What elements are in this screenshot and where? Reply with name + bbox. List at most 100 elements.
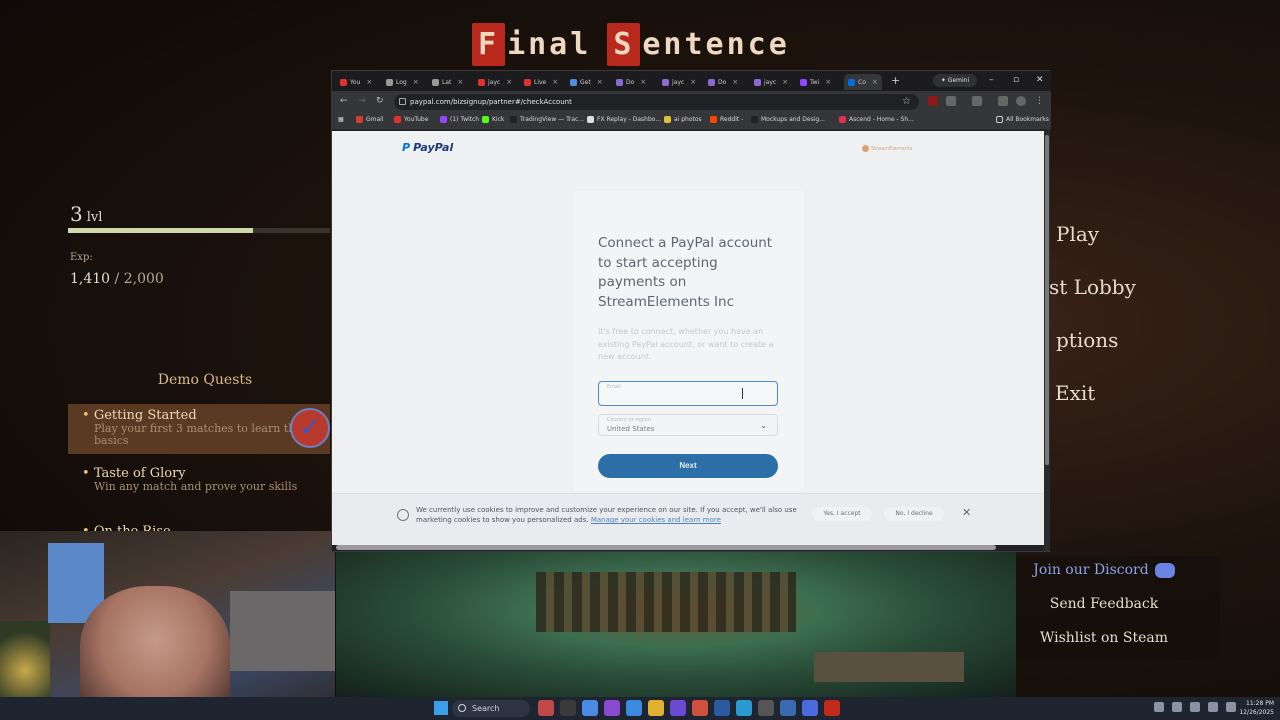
manage-cookies-link[interactable]: Manage your cookies and learn more	[591, 516, 721, 524]
browser-tab[interactable]: Co ×	[844, 74, 882, 90]
browser-tab[interactable]: Do ×	[708, 75, 738, 89]
taskbar-app-icon[interactable]	[582, 700, 598, 716]
close-tab-icon[interactable]: ×	[640, 78, 646, 86]
bookmark-item[interactable]: (1) Twitch	[440, 116, 479, 123]
taskbar-app-icon[interactable]	[626, 700, 642, 716]
bookmark-label: (1) Twitch	[450, 116, 480, 123]
close-tab-icon[interactable]: ×	[690, 78, 696, 86]
send-feedback-link[interactable]: Send Feedback	[988, 596, 1220, 612]
taskbar-app-icon[interactable]	[560, 700, 576, 716]
menu-play[interactable]: Play	[1056, 222, 1099, 246]
bookmark-label: YouTube	[404, 116, 429, 123]
discord-icon	[1154, 562, 1175, 578]
browser-tab[interactable]: Do ×	[616, 75, 646, 89]
bookmark-star-icon[interactable]: ☆	[902, 94, 911, 110]
taskbar-app-icon[interactable]	[604, 700, 620, 716]
bookmark-label: Ascend - Home - Sh...	[849, 116, 914, 123]
extension-icon[interactable]	[928, 96, 938, 106]
vertical-scrollbar[interactable]	[1044, 131, 1050, 551]
bookmark-item[interactable]: YouTube	[394, 116, 428, 123]
cookie-icon	[397, 509, 409, 521]
bookmark-item[interactable]: Mockups and Desig...	[751, 116, 825, 123]
quest-item-taste-of-glory[interactable]: Taste of Glory Win any match and prove y…	[68, 462, 330, 497]
accept-cookies-button[interactable]: Yes, I accept	[812, 507, 872, 521]
taskbar-app-icon[interactable]	[648, 700, 664, 716]
browser-tab[interactable]: Live ×	[524, 75, 558, 89]
taskbar-clock[interactable]: 11:28 PM 12/26/2025	[1239, 699, 1274, 717]
scrollbar-thumb[interactable]	[1045, 135, 1049, 465]
taskbar-app-icon[interactable]	[538, 700, 554, 716]
discord-link[interactable]: Join our Discord	[988, 562, 1220, 578]
bookmark-item[interactable]: ai photos	[664, 116, 702, 123]
taskbar-app-icon[interactable]	[692, 700, 708, 716]
battery-icon[interactable]	[1226, 702, 1236, 712]
bookmark-item[interactable]: Reddit -	[710, 116, 743, 123]
reload-icon[interactable]: ↻	[376, 96, 384, 106]
browser-tab[interactable]: jayc ×	[662, 75, 696, 89]
browser-tab[interactable]: You ×	[340, 75, 372, 89]
bookmark-item[interactable]: Gmail	[356, 116, 384, 123]
address-bar[interactable]: paypal.com/bizsignup/partner#/checkAccou…	[394, 94, 919, 110]
close-tab-icon[interactable]: ×	[552, 78, 558, 86]
windows-start-icon[interactable]	[434, 701, 448, 715]
menu-kebab-icon[interactable]: ⋮	[1035, 96, 1044, 106]
close-tab-icon[interactable]: ×	[597, 78, 603, 86]
browser-tab[interactable]: Get ×	[570, 75, 603, 89]
wifi-icon[interactable]	[1190, 702, 1200, 712]
gemini-button[interactable]: ✦ Gemini	[933, 74, 977, 87]
tray-app-icon[interactable]	[1172, 702, 1182, 712]
browser-tab[interactable]: Log ×	[386, 75, 419, 89]
email-field[interactable]: Email	[598, 381, 778, 406]
horizontal-scrollbar[interactable]	[336, 545, 996, 550]
bookmark-item[interactable]: TradingView — Trac...	[510, 116, 584, 123]
bookmark-item[interactable]: Ascend - Home - Sh...	[839, 116, 914, 123]
close-tab-icon[interactable]: ×	[782, 78, 788, 86]
taskbar-app-icon[interactable]	[758, 700, 774, 716]
close-tab-icon[interactable]: ×	[872, 78, 878, 86]
browser-tab[interactable]: jayc ×	[478, 75, 512, 89]
menu-exit[interactable]: Exit	[1055, 381, 1095, 405]
tray-chevron-icon[interactable]	[1154, 702, 1164, 712]
all-bookmarks[interactable]: All Bookmarks	[996, 116, 1049, 123]
bookmark-item[interactable]: FX Replay - Dashbo...	[587, 116, 661, 123]
taskbar-app-icon[interactable]	[670, 700, 686, 716]
taskbar-app-icon[interactable]	[736, 700, 752, 716]
minimize-icon[interactable]: –	[989, 75, 994, 85]
menu-host-lobby[interactable]: st Lobby	[1049, 275, 1136, 299]
taskbar-app-icon[interactable]	[824, 700, 840, 716]
extension-icon[interactable]	[946, 96, 956, 106]
close-tab-icon[interactable]: ×	[457, 78, 463, 86]
next-button[interactable]: Next	[598, 454, 778, 478]
menu-options[interactable]: ptions	[1056, 328, 1118, 352]
profile-avatar[interactable]	[1016, 96, 1026, 106]
maximize-icon[interactable]: ▫	[1013, 75, 1019, 85]
tab-favicon-icon	[432, 78, 439, 86]
volume-icon[interactable]	[1208, 702, 1218, 712]
extension-icon[interactable]	[998, 96, 1008, 106]
site-info-icon[interactable]	[399, 98, 406, 105]
bookmark-item[interactable]: Kick	[482, 116, 504, 123]
extension-icon[interactable]	[972, 96, 982, 106]
country-select[interactable]: Country or region United States ⌄	[598, 414, 778, 436]
close-tab-icon[interactable]: ×	[366, 78, 372, 86]
browser-tab[interactable]: Twi ×	[800, 75, 831, 89]
close-tab-icon[interactable]: ×	[732, 78, 738, 86]
close-tab-icon[interactable]: ×	[413, 78, 419, 86]
close-tab-icon[interactable]: ×	[506, 78, 512, 86]
apps-grid-icon[interactable]: ▦	[338, 116, 344, 123]
taskbar-app-icon[interactable]	[780, 700, 796, 716]
wishlist-steam-link[interactable]: Wishlist on Steam	[988, 630, 1220, 646]
back-icon[interactable]: ←	[340, 96, 348, 106]
taskbar-app-icon[interactable]	[802, 700, 818, 716]
close-tab-icon[interactable]: ×	[825, 78, 831, 86]
decline-cookies-button[interactable]: No, I decline	[884, 507, 944, 521]
browser-tab[interactable]: jayc ×	[754, 75, 788, 89]
close-window-icon[interactable]: ✕	[1036, 75, 1044, 85]
forward-icon[interactable]: →	[358, 96, 366, 106]
close-banner-icon[interactable]: ✕	[962, 506, 971, 519]
browser-tab[interactable]: Lat ×	[432, 75, 463, 89]
new-tab-button[interactable]: +	[891, 74, 900, 87]
taskbar-search-label: Search	[472, 704, 500, 713]
taskbar-app-icon[interactable]	[714, 700, 730, 716]
taskbar-search[interactable]: Search	[452, 700, 530, 717]
